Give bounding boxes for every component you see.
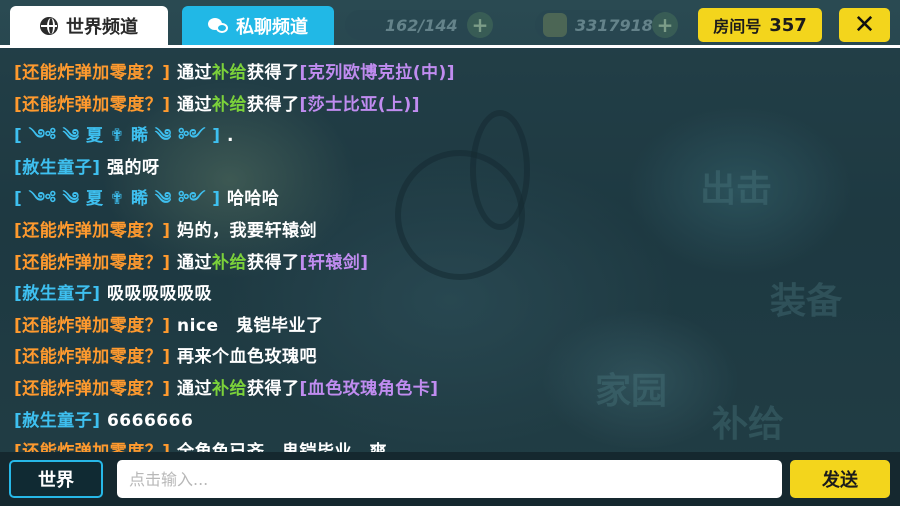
source-keyword: 补给 — [211, 252, 247, 273]
chat-message: [ ༺ ༄ 夏 ✟ 睎 ༄ ༻ ] 哈哈哈 — [14, 184, 279, 214]
chat-message: [还能炸弹加零度？] 通过补给获得了[克列欧博克拉(中)] — [14, 58, 455, 88]
close-icon: ✕ — [853, 10, 876, 40]
room-label: 房间号 — [713, 17, 762, 36]
source-keyword: 补给 — [211, 94, 247, 115]
channel-select-button[interactable]: 世界 — [9, 460, 103, 498]
chat-bubble-icon — [208, 18, 228, 34]
chat-message: [还能炸弹加零度？] 通过补给获得了[轩辕剑] — [14, 248, 369, 278]
plus-icon: + — [652, 12, 678, 38]
message-text: nice 鬼铠毕业了 — [176, 315, 324, 336]
sender-name[interactable]: [还能炸弹加零度？] — [14, 95, 171, 115]
chat-input[interactable] — [117, 460, 782, 498]
send-button[interactable]: 发送 — [790, 460, 890, 498]
room-number-badge: 房间号 357 — [698, 8, 822, 42]
plus-icon: + — [467, 12, 493, 38]
message-text: 再来个血色玫瑰吧 — [176, 347, 317, 368]
sender-name[interactable]: [还能炸弹加零度？] — [14, 63, 171, 83]
item-name: [轩辕剑] — [299, 252, 369, 273]
message-text: 全角色已齐，鬼铠毕业，爽 — [177, 442, 387, 452]
message-text: 通过 — [176, 379, 212, 399]
message-text: 获得了 — [246, 379, 300, 399]
chat-message: [还能炸弹加零度？] 妈的，我要轩辕剑 — [14, 216, 317, 246]
tab-world-channel[interactable]: 世界频道 — [10, 6, 168, 46]
sender-name[interactable]: [还能炸弹加零度？] — [14, 316, 171, 336]
coin-readout: 3317918 + — [535, 10, 678, 40]
coin-value: 3317918 — [575, 15, 653, 35]
source-keyword: 补给 — [211, 63, 247, 83]
message-text: 通过 — [176, 252, 212, 273]
message-text: 通过 — [176, 94, 212, 115]
chat-message: [还能炸弹加零度？] 再来个血色玫瑰吧 — [14, 342, 317, 372]
stamina-value: 162/144 — [385, 15, 458, 35]
sender-name[interactable]: [赦生童子] — [14, 411, 101, 431]
message-text: 获得了 — [246, 63, 300, 83]
sender-name[interactable]: [还能炸弹加零度？] — [14, 347, 171, 367]
chat-message: [ ༺ ༄ 夏 ✟ 睎 ༄ ༻ ] . — [14, 121, 234, 151]
bottom-bar: 世界 发送 — [0, 452, 900, 506]
source-keyword: 补给 — [211, 379, 247, 399]
chat-message: [还能炸弹加零度？] 全角色已齐，鬼铠毕业，爽 — [14, 437, 387, 452]
globe-icon — [40, 17, 58, 35]
message-text: 吸吸吸吸吸吸 — [106, 284, 212, 305]
chat-message: [还能炸弹加零度？] 通过补给获得了[莎士比亚(上)] — [14, 90, 420, 120]
sender-name[interactable]: [ ༺ ༄ 夏 ✟ 睎 ༄ ༻ ] — [14, 189, 221, 209]
stamina-readout: 162/144 + — [345, 10, 493, 40]
item-name: [血色玫瑰角色卡] — [299, 379, 439, 399]
tab-label: 世界频道 — [66, 17, 138, 38]
sender-name[interactable]: [还能炸弹加零度？] — [14, 442, 171, 452]
sender-name[interactable]: [赦生童子] — [14, 284, 101, 304]
message-text: 强的呀 — [106, 157, 160, 178]
sender-name[interactable]: [还能炸弹加零度？] — [14, 221, 171, 241]
sender-name[interactable]: [还能炸弹加零度？] — [14, 379, 171, 399]
message-text: 获得了 — [246, 252, 300, 273]
coin-icon — [543, 13, 567, 37]
chat-message: [还能炸弹加零度？] 通过补给获得了[血色玫瑰角色卡] — [14, 374, 439, 404]
room-number: 357 — [769, 14, 807, 36]
chat-message: [还能炸弹加零度？] nice 鬼铠毕业了 — [14, 311, 324, 341]
item-name: [莎士比亚(上)] — [299, 94, 421, 115]
message-text: 通过 — [176, 63, 212, 83]
chat-message: [赦生童子] 强的呀 — [14, 153, 159, 183]
item-name: [克列欧博克拉(中)] — [299, 63, 456, 83]
message-text: 获得了 — [246, 94, 300, 115]
message-text: 妈的，我要轩辕剑 — [176, 221, 317, 241]
message-text: . — [226, 126, 234, 147]
chat-message: [赦生童子] 吸吸吸吸吸吸 — [14, 279, 212, 309]
chat-log[interactable]: [还能炸弹加零度？] 通过补给获得了[克列欧博克拉(中)] [还能炸弹加零度？] … — [0, 48, 900, 452]
message-text: 6666666 — [106, 410, 194, 431]
sender-name[interactable]: [赦生童子] — [14, 158, 101, 178]
top-bar: 世界频道 私聊频道 162/144 + 3317918 + 房间号 357 ✕ — [0, 0, 900, 46]
tab-label: 私聊频道 — [236, 17, 308, 38]
tab-private-channel[interactable]: 私聊频道 — [182, 6, 334, 46]
sender-name[interactable]: [还能炸弹加零度？] — [14, 253, 171, 273]
chat-message: [赦生童子] 6666666 — [14, 406, 193, 436]
sender-name[interactable]: [ ༺ ༄ 夏 ✟ 睎 ༄ ༻ ] — [14, 126, 221, 146]
message-text: 哈哈哈 — [226, 189, 280, 210]
close-button[interactable]: ✕ — [839, 8, 890, 42]
